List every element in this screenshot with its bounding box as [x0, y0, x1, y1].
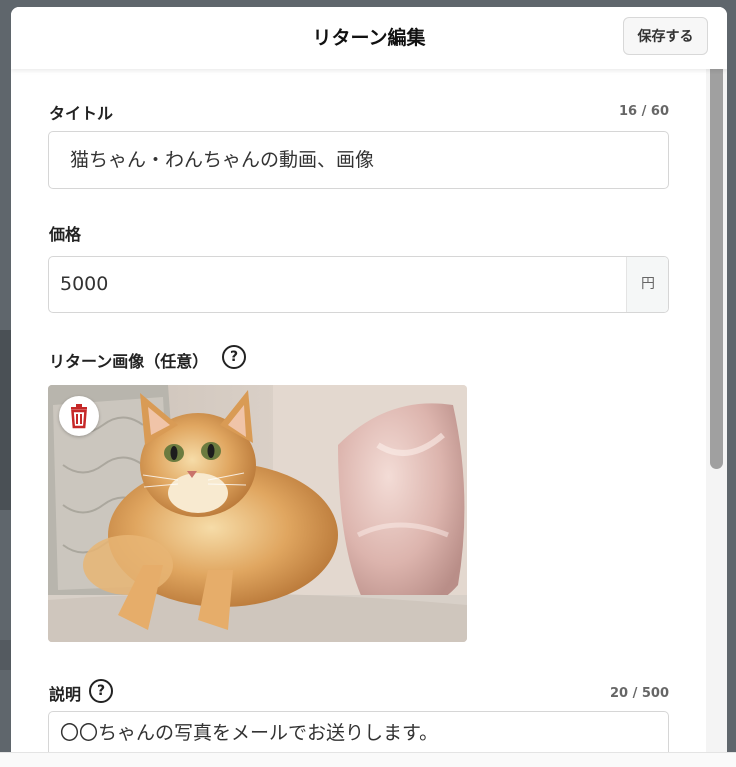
- cat-photo-icon: [48, 385, 467, 642]
- modal-header: リターン編集 保存する: [11, 7, 727, 69]
- description-char-counter: 20 / 500: [609, 686, 669, 701]
- title-char-counter: 16 / 60: [619, 104, 669, 119]
- trash-icon: [71, 404, 87, 429]
- edit-return-modal: リターン編集 保存する タイトル 16 / 60 猫ちゃん・わんちゃんの動画、画…: [11, 7, 727, 767]
- help-icon[interactable]: ?: [89, 679, 113, 703]
- modal-footer: [0, 752, 736, 767]
- title-input[interactable]: 猫ちゃん・わんちゃんの動画、画像: [48, 131, 669, 189]
- modal-body: タイトル 16 / 60 猫ちゃん・わんちゃんの動画、画像 価格 5000 円 …: [11, 69, 727, 767]
- save-button[interactable]: 保存する: [623, 17, 708, 55]
- return-image-preview: [48, 385, 467, 642]
- delete-image-button[interactable]: [59, 396, 99, 436]
- price-input-group: 5000 円: [48, 256, 669, 313]
- price-input[interactable]: 5000: [49, 257, 626, 312]
- page-title: リターン編集: [312, 27, 426, 49]
- title-label: タイトル: [49, 104, 114, 123]
- description-label: 説明: [49, 685, 82, 704]
- return-image-label: リターン画像（任意）: [49, 352, 209, 371]
- help-icon[interactable]: ?: [222, 345, 246, 369]
- scrollbar-thumb[interactable]: [710, 69, 723, 469]
- price-unit: 円: [626, 257, 668, 312]
- price-label: 価格: [49, 225, 82, 244]
